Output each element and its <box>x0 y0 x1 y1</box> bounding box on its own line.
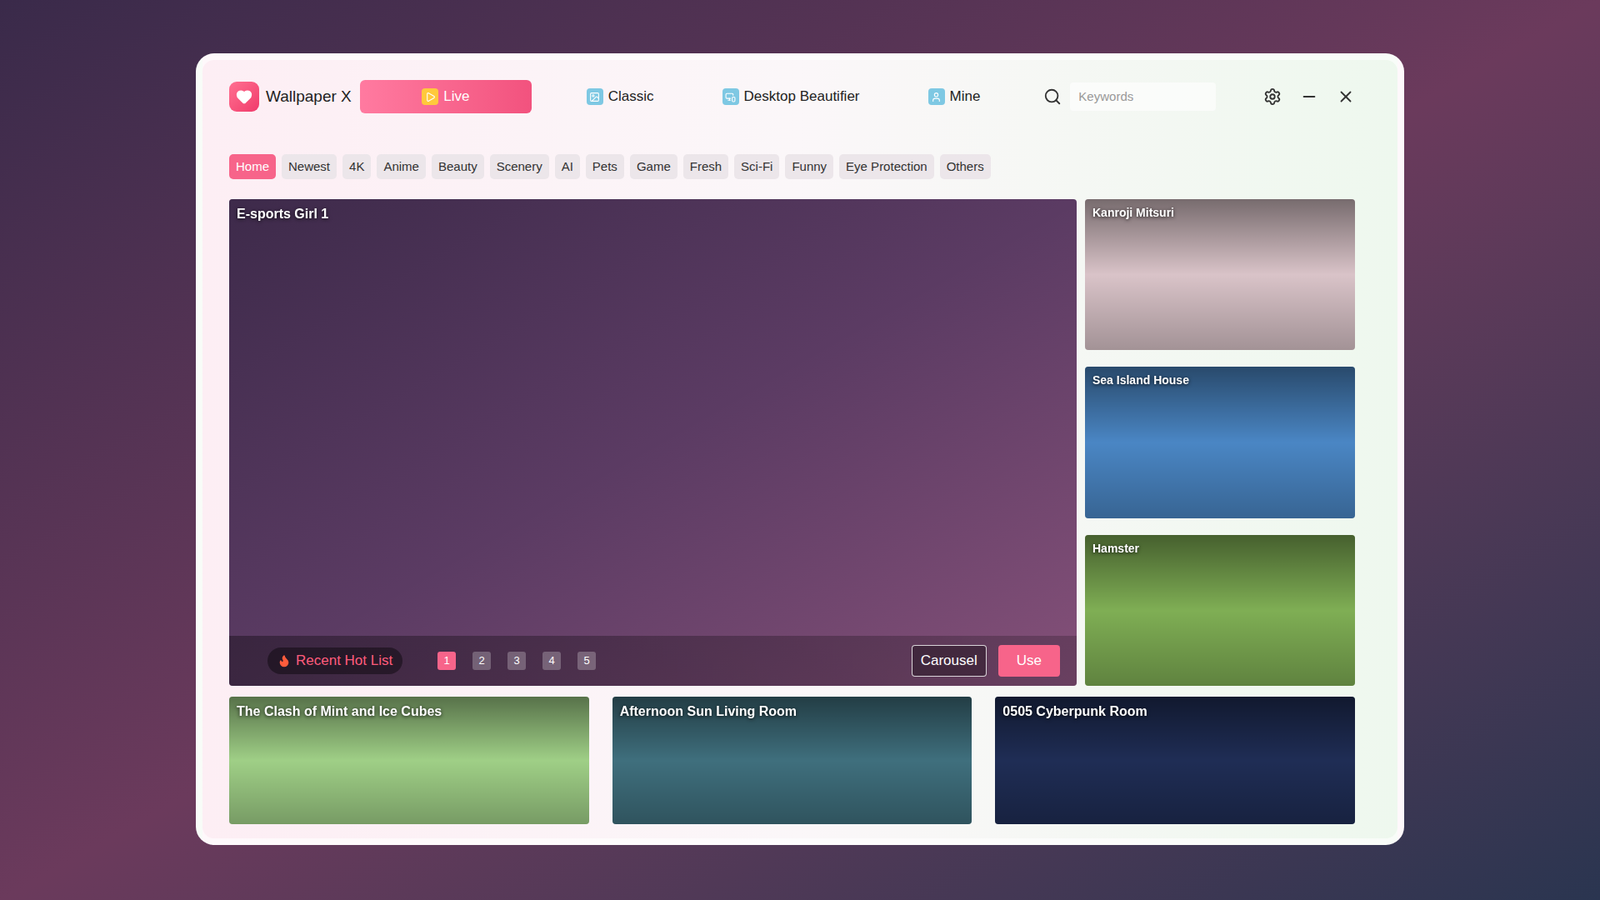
image-icon <box>586 88 604 105</box>
side-cards: Kanroji Mitsuri Sea Island House Hamster <box>1085 199 1355 686</box>
category-pill[interactable]: Scenery <box>490 154 550 180</box>
featured-wallpaper[interactable]: E-sports Girl 1 Recent Hot List 12345 Carou… <box>229 199 1077 686</box>
search-field[interactable]: Keywords <box>1070 82 1216 111</box>
category-pill[interactable]: Others <box>940 154 991 180</box>
category-pill[interactable]: Fresh <box>683 154 729 180</box>
side-card[interactable]: Hamster <box>1085 535 1355 686</box>
card-shade <box>1085 535 1355 686</box>
card-shade <box>1085 199 1355 350</box>
settings-icon[interactable] <box>1263 87 1282 106</box>
category-pill[interactable]: AI <box>555 154 580 180</box>
nav-tab[interactable]: Mine <box>915 80 995 114</box>
app-name: Wallpaper X <box>265 85 352 110</box>
page-button[interactable]: 2 <box>472 651 491 670</box>
category-pill[interactable]: Beauty <box>431 154 485 180</box>
nav-tab[interactable]: Desktop Beautifier <box>709 80 874 114</box>
category-pill[interactable]: Home <box>229 154 276 180</box>
use-button[interactable]: Use <box>998 645 1060 677</box>
nav-tab[interactable]: Live <box>360 80 532 114</box>
nav-tab[interactable]: Classic <box>573 80 668 114</box>
window-controls <box>1263 87 1355 106</box>
wallpaper-card[interactable]: 0505 Cyberpunk Room <box>995 696 1355 825</box>
page-button[interactable]: 5 <box>577 651 596 670</box>
card-title: 0505 Cyberpunk Room <box>995 696 1355 722</box>
side-card[interactable]: Sea Island House <box>1085 366 1355 518</box>
page-button[interactable]: 1 <box>437 651 456 670</box>
nav-tabs: Live Classic Desktop Beautifier Mine <box>360 80 995 114</box>
card-shade <box>1085 366 1355 518</box>
featured-toolbar: Recent Hot List 12345 Carousel Use <box>229 635 1077 686</box>
category-pill[interactable]: Game <box>630 154 678 180</box>
wallpaper-card[interactable]: The Clash of Mint and Ice Cubes <box>229 696 590 825</box>
flame-icon <box>277 654 291 668</box>
card-title: The Clash of Mint and Ice Cubes <box>229 696 590 722</box>
search-box[interactable]: Keywords <box>1043 82 1216 111</box>
page-button[interactable]: 3 <box>507 651 526 670</box>
close-icon[interactable] <box>1336 87 1355 106</box>
category-pill[interactable]: 4K <box>342 154 371 180</box>
page-dots: 12345 <box>437 651 596 670</box>
search-icon <box>1043 87 1062 106</box>
title-bar: Wallpaper X Live Classic Desktop Beautifier… <box>229 80 1355 114</box>
wallpaper-card[interactable]: Afternoon Sun Living Room <box>612 696 973 825</box>
carousel-button[interactable]: Carousel <box>911 645 987 677</box>
featured-title: E-sports Girl 1 <box>229 199 1077 225</box>
category-pill[interactable]: Pets <box>585 154 625 180</box>
logo-icon <box>229 81 260 112</box>
card-title: Hamster <box>1085 535 1355 558</box>
category-bar: HomeNewest4KAnimeBeautySceneryAIPetsGame… <box>229 154 1355 180</box>
monitor-icon <box>722 88 740 105</box>
hot-list-badge[interactable]: Recent Hot List <box>267 647 403 675</box>
user-icon <box>928 88 945 105</box>
category-pill[interactable]: Anime <box>376 154 426 180</box>
play-icon <box>421 88 439 105</box>
app-window: Wallpaper X Live Classic Desktop Beautifier… <box>195 53 1405 845</box>
side-card[interactable]: Kanroji Mitsuri <box>1085 199 1355 350</box>
category-pill[interactable]: Newest <box>281 154 337 180</box>
category-pill[interactable]: Sci-Fi <box>734 154 780 180</box>
minimize-icon[interactable] <box>1300 87 1319 106</box>
top-row: E-sports Girl 1 Recent Hot List 12345 Carou… <box>229 199 1355 686</box>
category-pill[interactable]: Eye Protection <box>839 154 935 180</box>
card-title: Sea Island House <box>1085 366 1355 390</box>
card-title: Afternoon Sun Living Room <box>612 696 973 722</box>
card-title: Kanroji Mitsuri <box>1085 199 1355 222</box>
page-button[interactable]: 4 <box>542 651 561 670</box>
bottom-row: The Clash of Mint and Ice Cubes Afternoon… <box>229 696 1355 825</box>
featured-shade <box>229 199 1077 686</box>
desktop: Wallpaper X Live Classic Desktop Beautifier… <box>0 0 1600 900</box>
category-pill[interactable]: Funny <box>785 154 834 180</box>
